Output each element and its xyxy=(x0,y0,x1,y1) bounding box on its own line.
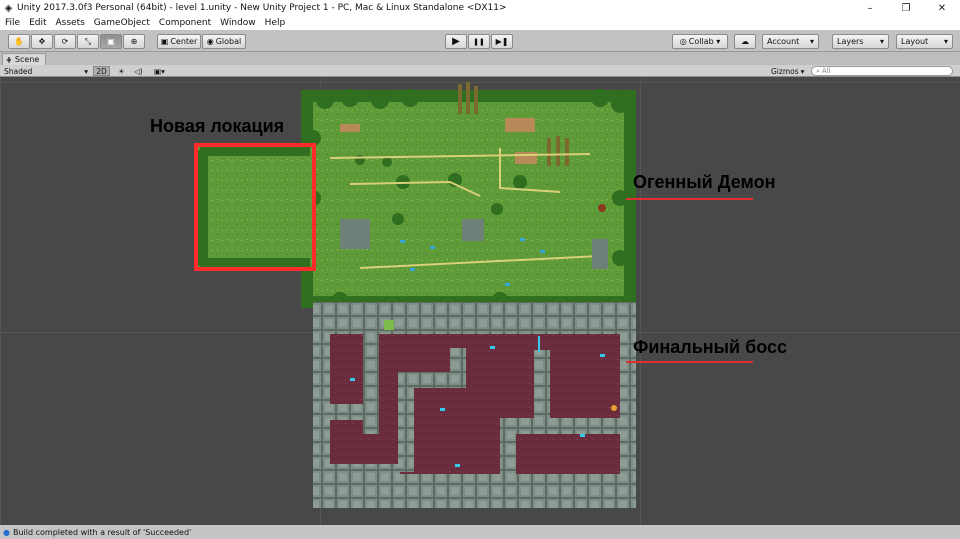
scene-grid-icon: ⋕ xyxy=(6,55,12,64)
final-boss-sprite xyxy=(611,405,617,411)
collab-label: Collab ▾ xyxy=(688,37,721,46)
status-bar: ● Build completed with a result of 'Succ… xyxy=(0,525,960,539)
tilemap-canvas xyxy=(194,82,753,508)
cloud-button[interactable]: ☁ xyxy=(734,34,756,49)
layers-dropdown[interactable]: Layers ▾ xyxy=(832,34,889,49)
window-controls: – ❐ ✕ xyxy=(852,0,960,16)
menu-window[interactable]: Window xyxy=(220,18,256,28)
dungeon-level xyxy=(313,302,636,508)
collab-dropdown[interactable]: ◎ Collab ▾ xyxy=(672,34,728,49)
fire-demon-label: Огенный Демон xyxy=(633,172,776,192)
effects-dropdown-icon[interactable]: ▣▾ xyxy=(154,66,165,76)
scene-search-input[interactable]: ⌕ All xyxy=(811,66,953,76)
move-tool-button[interactable]: ✥ xyxy=(31,34,53,49)
layers-label: Layers xyxy=(837,37,864,46)
chevron-down-icon: ▾ xyxy=(84,66,88,76)
step-button[interactable]: ▶❚ xyxy=(491,34,513,49)
chevron-down-icon: ▾ xyxy=(879,37,884,46)
shading-dropdown[interactable]: Shaded ▾ xyxy=(4,66,88,76)
unity-editor-window: ◈ Unity 2017.3.0f3 Personal (64bit) - le… xyxy=(0,0,960,539)
final-boss-label: Финальный босс xyxy=(633,337,788,357)
chevron-down-icon: ▾ xyxy=(800,66,805,76)
forest-level xyxy=(301,82,636,308)
layout-label: Layout xyxy=(901,37,929,46)
main-toolbar: ✋ ✥ ⟳ ⤡ ▣ ⊕ ▣ Center ◉ Global ▶ ❚❚ ▶❚ ◎ Col… xyxy=(0,30,960,52)
minimize-button[interactable]: – xyxy=(852,0,888,16)
menu-help[interactable]: Help xyxy=(265,18,286,28)
menu-gameobject[interactable]: GameObject xyxy=(94,18,150,28)
chevron-down-icon: ▾ xyxy=(809,37,814,46)
scene-options-bar: Shaded ▾ 2D ☀ ◁) ▣▾ Gizmos ▾ ⌕ All xyxy=(0,65,960,77)
global-label: Global xyxy=(215,37,242,46)
collab-icon: ◎ xyxy=(679,37,687,46)
globe-icon: ◉ xyxy=(206,37,214,46)
new-location-area xyxy=(196,144,312,270)
menu-bar: File Edit Assets GameObject Component Wi… xyxy=(0,16,960,30)
chevron-down-icon: ▾ xyxy=(943,37,948,46)
rect-tool-button[interactable]: ▣ xyxy=(100,34,122,49)
pivot-center-label: Center xyxy=(170,37,198,46)
transform-tool-button[interactable]: ⊕ xyxy=(123,34,145,49)
menu-assets[interactable]: Assets xyxy=(56,18,85,28)
new-location-label: Новая локация xyxy=(150,116,285,136)
hand-tool-button[interactable]: ✋ xyxy=(8,34,30,49)
rotate-tool-button[interactable]: ⟳ xyxy=(54,34,76,49)
menu-edit[interactable]: Edit xyxy=(29,18,46,28)
pivot-icon: ▣ xyxy=(160,37,169,46)
title-bar: ◈ Unity 2017.3.0f3 Personal (64bit) - le… xyxy=(0,0,960,16)
unity-logo-icon: ◈ xyxy=(4,2,13,14)
account-dropdown[interactable]: Account ▾ xyxy=(762,34,819,49)
global-local-button[interactable]: ◉ Global xyxy=(202,34,246,49)
info-icon: ● xyxy=(3,527,10,537)
close-button[interactable]: ✕ xyxy=(924,0,960,16)
scene-tab-label: Scene xyxy=(14,55,40,64)
search-icon: ⌕ xyxy=(816,66,820,75)
status-message: Build completed with a result of 'Succee… xyxy=(12,527,192,537)
audio-toggle-icon[interactable]: ◁) xyxy=(134,66,143,76)
scene-viewport[interactable]: Новая локация Огенный Демон Финальный бо… xyxy=(0,78,960,525)
pivot-center-button[interactable]: ▣ Center xyxy=(157,34,201,49)
gizmos-dropdown[interactable]: Gizmos ▾ xyxy=(771,66,804,76)
layout-dropdown[interactable]: Layout ▾ xyxy=(896,34,953,49)
search-placeholder: All xyxy=(821,67,831,75)
scene-tab-bar: ⋕ Scene xyxy=(0,52,960,65)
mode-2d-toggle[interactable]: 2D xyxy=(93,66,110,76)
menu-component[interactable]: Component xyxy=(159,18,211,28)
pause-button[interactable]: ❚❚ xyxy=(468,34,490,49)
fire-demon-sprite xyxy=(598,204,606,212)
menu-file[interactable]: File xyxy=(5,18,20,28)
gizmos-label: Gizmos xyxy=(771,66,799,76)
lighting-toggle-icon[interactable]: ☀ xyxy=(118,66,125,76)
restore-button[interactable]: ❐ xyxy=(888,0,924,16)
shading-label: Shaded xyxy=(4,66,33,76)
scene-tab[interactable]: ⋕ Scene xyxy=(2,53,46,65)
play-button[interactable]: ▶ xyxy=(445,34,467,49)
scale-tool-button[interactable]: ⤡ xyxy=(77,34,99,49)
window-title: Unity 2017.3.0f3 Personal (64bit) - leve… xyxy=(17,3,507,13)
account-label: Account xyxy=(767,37,800,46)
